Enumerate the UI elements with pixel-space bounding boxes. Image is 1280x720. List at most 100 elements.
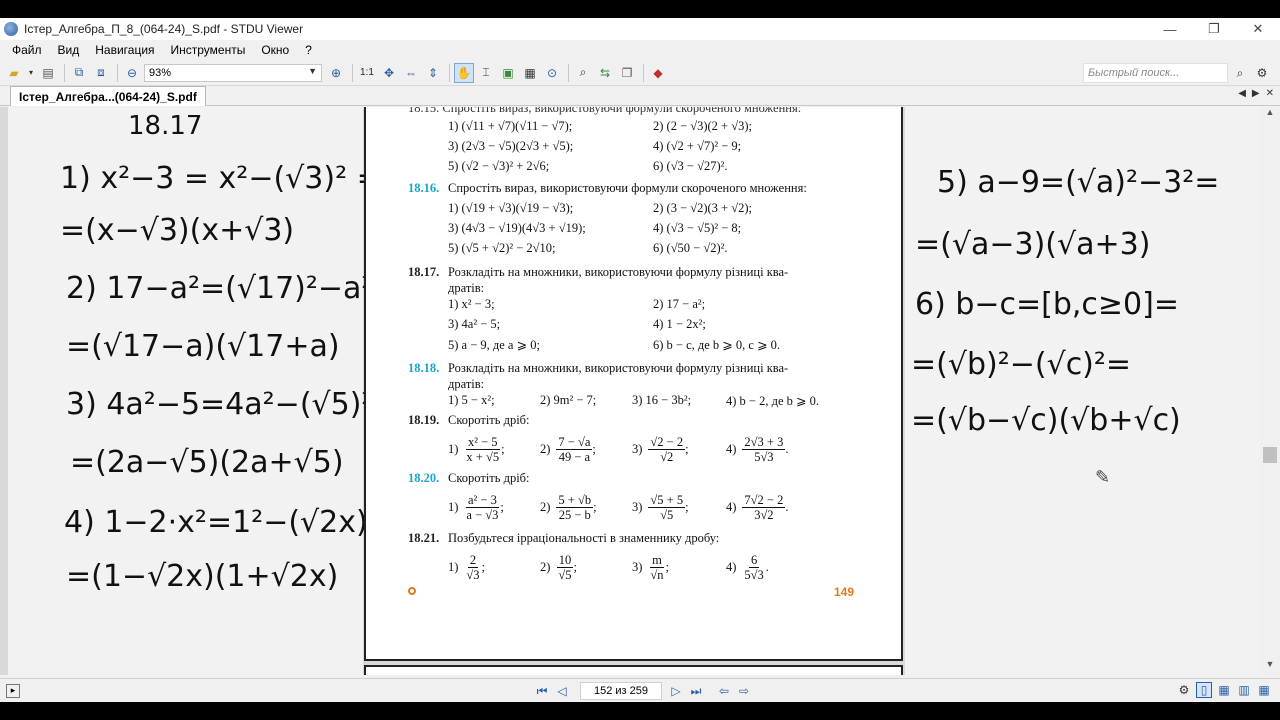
tab-prev-icon[interactable]: ◀ [1238,88,1246,99]
item-end: . [785,500,789,514]
open-folder-icon[interactable]: ▰ [4,63,24,83]
item: 4) 1 − 2x²; [653,317,706,331]
note-line: =(x−√3)(x+√3) [60,213,295,248]
item: 1) (√19 + √3)(√19 − √3); [448,201,574,215]
item-end: ; [665,560,670,574]
zoom-out-icon[interactable]: ⊖ [122,63,142,83]
cut-heading: 18.15. Спростіть вираз, використовуючи ф… [408,107,802,115]
item: 6) b − c, де b ⩾ 0, c ⩾ 0. [653,338,781,352]
title-bar: Істер_Алгебра_П_8_(064-24)_S.pdf - STDU … [0,18,1280,40]
two-page-view-icon[interactable]: ▦ [1216,682,1232,698]
select-text-icon[interactable]: ⌶ [476,63,496,83]
open-dropdown-icon[interactable]: ▾ [26,63,36,83]
search-options-icon[interactable]: ⚙ [1252,63,1272,83]
pages-icon[interactable]: ❐ [617,63,637,83]
denominator: √5 [558,568,572,582]
hand-tool-icon[interactable]: ✋ [454,62,474,83]
problem-text: Спростіть вираз, використовуючи формули … [448,181,807,195]
item-number: 2) [540,442,551,456]
numerator: √2 − 2 [648,435,686,450]
zoom-tool-icon[interactable]: ⊙ [542,63,562,83]
actual-size-button[interactable]: 1:1 [357,63,377,83]
settings-icon[interactable]: ⚙ [1176,682,1192,698]
zoom-in-icon[interactable]: ⊕ [326,63,346,83]
first-page-icon[interactable]: ⏮ [534,683,550,699]
single-page-view-icon[interactable]: ▯ [1196,682,1212,698]
scroll-down-icon[interactable]: ▼ [1260,659,1280,675]
continuous-view-icon[interactable]: ▥ [1236,682,1252,698]
find-icon[interactable]: ⌕ [573,63,593,83]
item-end: ; [593,500,597,514]
fit-page-icon[interactable]: ✥ [379,63,399,83]
history-back-icon[interactable]: ⇦ [716,683,732,699]
last-page-icon[interactable]: ⏭ [688,683,704,699]
note-line: =(√17−a)(√17+a) [66,329,340,364]
item-end: ; [573,560,578,574]
item: 2) (3 − √2)(3 + √2); [653,201,752,215]
pencil-cursor-icon: ✎ [1095,467,1111,488]
sync-icon[interactable]: ⇆ [595,63,615,83]
item: 3) (4√3 − √19)(4√3 + √19); [448,221,586,235]
numerator: 6 [748,553,760,568]
denominator: √5 [660,508,674,522]
history-forward-icon[interactable]: ⇨ [736,683,752,699]
tab-close-icon[interactable]: ✕ [1266,88,1274,99]
fit-width-icon[interactable]: ⇔ [401,63,421,83]
problem-text: дратів: [448,377,485,391]
item: 4) (√2 + √7)² − 9; [653,139,742,153]
bookmark-icon[interactable]: ◆ [648,63,668,83]
sidebar-toggle-icon[interactable]: ▸ [6,684,20,698]
note-line: =(√a−3)(√a+3) [915,227,1151,262]
note-line: 6) b−c=[b,c≥0]= [915,287,1179,322]
close-button[interactable]: ✕ [1236,18,1280,40]
note-line: 4) 1−2·x²=1²−(√2x)²= [64,505,405,540]
fraction-item: 2) 5 + √b 25 − b; [540,493,597,522]
select-image-icon[interactable]: ▣ [498,63,518,83]
next-page-icon[interactable]: ▷ [668,683,684,699]
denominator: 49 − a [558,450,591,464]
denominator: 25 − b [558,508,591,522]
zoom-select[interactable]: 93% ▼ [144,63,322,82]
fraction-item: 2) 10 √5; [540,553,577,582]
export-icon[interactable]: ⧉ [69,63,89,83]
item: 5) (√5 + √2)² − 2√10; [448,241,556,255]
fit-height-icon[interactable]: ⇕ [423,63,443,83]
tab-next-icon[interactable]: ▶ [1252,88,1260,99]
document-view[interactable]: 18.17 1) x²−3 = x²−(√3)² = =(x−√3)(x+√3)… [0,107,1260,675]
fraction-item: 1) a² − 3a − √3; [448,493,504,522]
problem-text: дратів: [448,281,485,295]
menu-navigation[interactable]: Навигация [87,43,162,57]
fraction: 5 + √b 25 − b [556,493,594,522]
fraction: √2 − 2 √2 [648,435,686,464]
problem-text: Позбудьтеся ірраціональності в знаменник… [448,531,720,545]
binoculars-icon[interactable]: ⌕ [1230,63,1250,83]
page-number-input[interactable]: 152 из 259 [580,682,662,700]
fraction-item: 4) 2√3 + 3 5√3. [726,435,788,464]
menu-tools[interactable]: Инструменты [163,43,254,57]
tab-document[interactable]: Істер_Алгебра...(064-24)_S.pdf [10,86,206,106]
menu-window[interactable]: Окно [253,43,297,57]
prev-page-icon[interactable]: ◁ [554,683,570,699]
print-icon[interactable]: ▤ [38,63,58,83]
denominator: 3√2 [754,508,774,522]
item: 2) 9m² − 7; [540,393,597,407]
menu-help[interactable]: ? [297,43,320,57]
snapshot-icon[interactable]: ▦ [520,63,540,83]
problem-text: Скоротіть дріб: [448,413,530,427]
scroll-up-icon[interactable]: ▲ [1260,107,1280,123]
minimize-button[interactable]: — [1148,18,1192,40]
grid-view-icon[interactable]: ▦ [1256,682,1272,698]
pdf-page: 18.15. Спростіть вираз, використовуючи ф… [364,107,903,661]
copy-icon[interactable]: ⧈ [91,63,111,83]
scroll-thumb[interactable] [1263,447,1277,463]
vertical-scrollbar[interactable]: ▲ ▼ [1260,107,1280,675]
fraction-item: 3) √5 + 5 √5; [632,493,689,522]
menu-file[interactable]: Файл [4,43,50,57]
fraction-item: 2) 7 − √a 49 − a; [540,435,596,464]
quick-search-input[interactable]: Быстрый поиск... [1083,63,1228,83]
note-line: =(1−√2x)(1+√2x) [66,559,339,594]
page-navigation: ⏮ ◁ 152 из 259 ▷ ⏭ ⇦ ⇨ [534,682,756,700]
item-number: 1) [448,442,459,456]
maximize-button[interactable]: ❐ [1192,18,1236,40]
menu-view[interactable]: Вид [50,43,88,57]
